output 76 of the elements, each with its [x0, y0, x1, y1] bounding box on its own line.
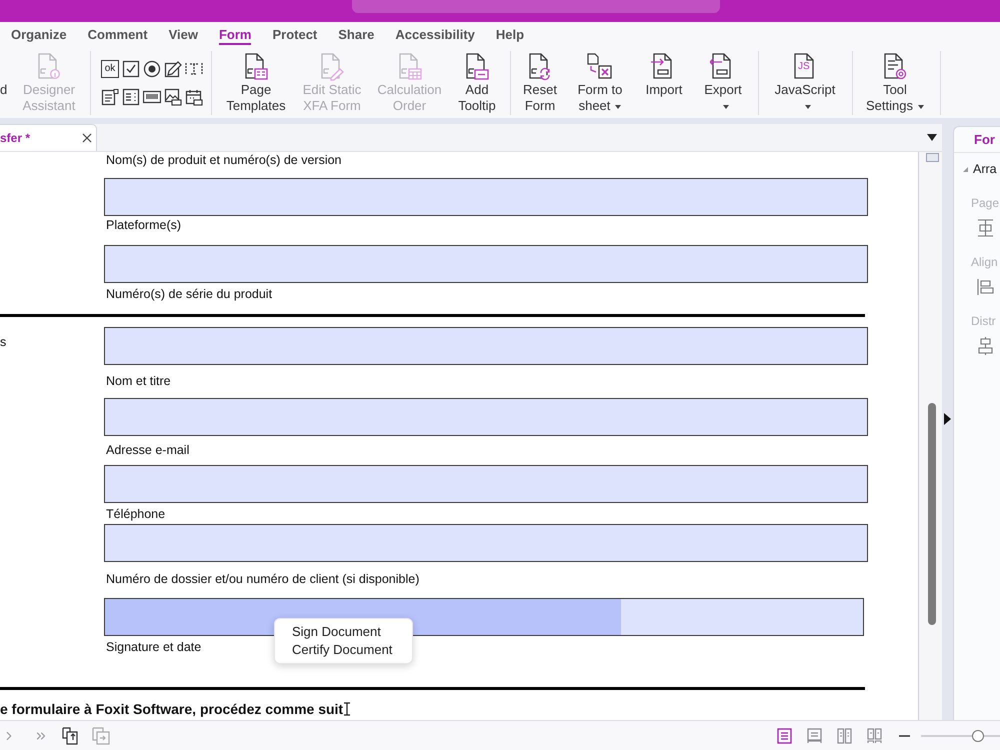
calendar-icon[interactable] [185, 88, 203, 106]
text-field[interactable] [104, 245, 868, 283]
continuous-view-icon[interactable] [807, 728, 822, 744]
list-box-icon[interactable] [101, 88, 119, 106]
field-label: Signature et date [106, 639, 202, 655]
document-grid-icon [396, 53, 422, 81]
ribbon-button[interactable]: Import [640, 48, 688, 98]
document-pencil-icon [319, 53, 345, 81]
field-label: Nom et titre [106, 373, 171, 389]
two-page-view-icon[interactable] [837, 728, 852, 744]
document-table-icon [243, 53, 269, 81]
close-icon[interactable] [82, 133, 92, 143]
menu-tab[interactable]: Form [218, 22, 252, 45]
ribbon-button[interactable]: Add Tooltip [449, 48, 505, 114]
page-swap-icon[interactable] [62, 726, 80, 744]
zoom-slider[interactable] [921, 728, 1000, 742]
document-tab[interactable]: sfer * [0, 124, 97, 151]
js-label: JS [798, 62, 810, 72]
search-field[interactable] [352, 0, 720, 13]
side-label: s [0, 335, 6, 349]
menu-item[interactable]: Certify Document [275, 641, 412, 659]
text-cursor-icon [344, 702, 350, 716]
distribute-icon[interactable] [977, 337, 994, 355]
panel-tab[interactable]: For [954, 127, 1000, 153]
barcode-icon[interactable] [143, 88, 161, 106]
field-label: Adresse e-mail [106, 442, 190, 458]
document-to-sheet-icon [587, 53, 613, 81]
ribbon-button[interactable]: Tool Settings [862, 48, 928, 114]
menu-tab[interactable]: Help [496, 22, 524, 45]
single-page-view-icon[interactable] [777, 728, 792, 744]
document-info-icon [36, 53, 62, 81]
ribbon-button[interactable]: Form to sheet [569, 48, 631, 114]
dropdown-triangle-icon[interactable] [927, 134, 937, 141]
pencil-box-icon[interactable] [164, 60, 182, 78]
field-label: Téléphone [106, 506, 166, 522]
ribbon-button[interactable]: Export [700, 48, 746, 114]
field-label: Plateforme(s) [106, 217, 182, 233]
group-title: Distr [971, 313, 996, 329]
group-title: Page [971, 195, 1000, 211]
combo-box-icon[interactable] [122, 88, 140, 106]
group-title: Align [971, 254, 998, 270]
ribbon-button[interactable]: JS JavaScript [770, 48, 840, 114]
menu-tab[interactable]: Accessibility [395, 22, 475, 45]
scrollbar[interactable] [918, 152, 942, 720]
document-gear-icon [882, 53, 908, 81]
ribbon-button[interactable]: Page Templates [221, 48, 291, 114]
field-label: Numéro(s) de série du produit [106, 286, 272, 302]
slider-thumb[interactable] [972, 730, 984, 742]
expand-panel-icon[interactable] [944, 413, 951, 425]
left-align-icon[interactable] [977, 278, 994, 296]
menu-tab[interactable]: Organize [11, 22, 67, 45]
checkbox-icon[interactable] [122, 60, 140, 78]
field-label: Numéro de dossier et/ou numéro de client (si disponible) [106, 571, 420, 587]
section-heading: e formulaire à Foxit Software, procédez comme suit [0, 700, 344, 718]
expand-triangle-icon[interactable] [963, 166, 968, 172]
push-button-tool[interactable]: ok [101, 60, 119, 78]
section-title[interactable]: Arra [973, 161, 997, 177]
menu-tab[interactable]: Protect [272, 22, 318, 45]
menu-item[interactable]: Sign Document [275, 623, 412, 641]
text-field[interactable] [104, 398, 868, 436]
text-field[interactable] [104, 465, 868, 503]
two-page-continuous-view-icon[interactable] [867, 728, 882, 744]
field-label: Nom(s) de produit et numéro(s) de version [106, 152, 342, 168]
radio-button-icon[interactable] [143, 60, 161, 78]
text-field[interactable] [104, 524, 868, 562]
text-field[interactable] [104, 327, 868, 365]
scrollbar-thumb[interactable] [928, 403, 936, 625]
text-field[interactable] [104, 178, 868, 216]
ribbon-button-label[interactable]: d [0, 48, 10, 98]
image-field-icon[interactable] [164, 88, 182, 106]
menu-tab[interactable]: Comment [88, 22, 148, 45]
document-note-icon [464, 53, 490, 81]
center-align-icon[interactable] [977, 219, 994, 237]
menu-tab[interactable]: View [168, 22, 198, 45]
ribbon-button[interactable]: Reset Form [515, 48, 565, 114]
menu-tab[interactable]: Share [338, 22, 374, 45]
